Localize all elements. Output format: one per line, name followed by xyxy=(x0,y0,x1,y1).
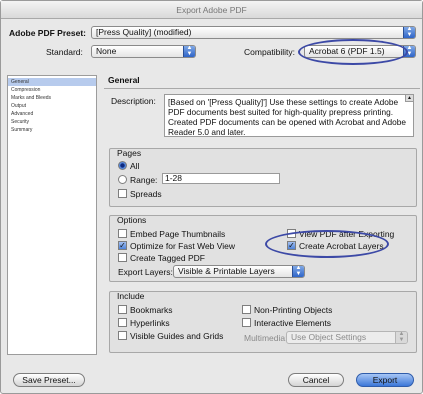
include-title: Include xyxy=(117,291,145,301)
window-title: Export Adobe PDF xyxy=(1,1,422,19)
export-layers-label: Export Layers: xyxy=(118,267,173,277)
interactive-label: Interactive Elements xyxy=(254,318,332,328)
options-title: Options xyxy=(117,215,147,225)
preset-value: [Press Quality] (modified) xyxy=(96,27,192,37)
multimedia-value: Use Object Settings xyxy=(291,332,367,342)
description-text: [Based on '[Press Quality]'] Use these s… xyxy=(168,97,407,137)
standard-select[interactable]: None ▲ ▼ xyxy=(91,45,196,58)
embed-thumbnails-checkbox[interactable] xyxy=(118,229,127,238)
preset-select[interactable]: [Press Quality] (modified) ▲ ▼ xyxy=(91,26,416,39)
bookmarks-label: Bookmarks xyxy=(130,305,173,315)
bookmarks-checkbox[interactable] xyxy=(118,305,127,314)
export-layers-value: Visible & Printable Layers xyxy=(178,266,275,276)
range-radio[interactable] xyxy=(118,175,127,184)
description-label: Description: xyxy=(111,96,156,106)
optimize-web-label: Optimize for Fast Web View xyxy=(130,241,236,251)
export-button[interactable]: Export xyxy=(356,373,414,387)
save-preset-button[interactable]: Save Preset... xyxy=(13,373,85,387)
options-group: Options Embed Page Thumbnails ✓ Optimize… xyxy=(109,215,417,282)
embed-thumbnails-label: Embed Page Thumbnails xyxy=(130,229,226,239)
multimedia-select[interactable]: Use Object Settings ▲ ▼ xyxy=(286,331,408,344)
category-sidebar: General Compression Marks and Bleeds Out… xyxy=(7,75,97,355)
popup-arrows-icon: ▲ ▼ xyxy=(183,46,195,57)
popup-arrows-icon: ▲ ▼ xyxy=(403,27,415,38)
multimedia-label: Multimedia: xyxy=(244,333,288,343)
sidebar-item-summary[interactable]: Summary xyxy=(8,126,96,134)
popup-arrows-icon: ▲ ▼ xyxy=(403,46,415,57)
guides-checkbox[interactable] xyxy=(118,331,127,340)
export-layers-select[interactable]: Visible & Printable Layers ▲ ▼ xyxy=(173,265,305,278)
non-printing-label: Non-Printing Objects xyxy=(254,305,333,315)
tagged-pdf-label: Create Tagged PDF xyxy=(130,253,205,263)
guides-label: Visible Guides and Grids xyxy=(130,331,224,341)
popup-arrows-icon: ▲ ▼ xyxy=(395,332,407,343)
compat-value: Acrobat 6 (PDF 1.5) xyxy=(309,46,385,56)
sidebar-item-advanced[interactable]: Advanced xyxy=(8,110,96,118)
range-label: Range: xyxy=(130,175,158,185)
compat-select[interactable]: Acrobat 6 (PDF 1.5) ▲ ▼ xyxy=(304,45,416,58)
export-pdf-dialog: Export Adobe PDF Adobe PDF Preset: [Pres… xyxy=(0,0,423,394)
tagged-pdf-checkbox[interactable] xyxy=(118,253,127,262)
sidebar-item-general[interactable]: General xyxy=(8,78,96,86)
all-pages-radio[interactable] xyxy=(118,161,127,170)
optimize-web-checkbox[interactable]: ✓ xyxy=(118,241,127,250)
non-printing-checkbox[interactable] xyxy=(242,305,251,314)
view-after-checkbox[interactable] xyxy=(287,229,296,238)
section-title: General xyxy=(104,73,420,89)
all-pages-label: All xyxy=(130,161,140,171)
cancel-button[interactable]: Cancel xyxy=(288,373,344,387)
scroll-up-icon[interactable]: ▲ xyxy=(405,94,414,102)
standard-value: None xyxy=(96,46,117,56)
compat-label: Compatibility: xyxy=(244,47,296,57)
sidebar-item-security[interactable]: Security xyxy=(8,118,96,126)
spreads-checkbox[interactable] xyxy=(118,189,127,198)
sidebar-item-compression[interactable]: Compression xyxy=(8,86,96,94)
pages-title: Pages xyxy=(117,148,142,158)
interactive-checkbox[interactable] xyxy=(242,318,251,327)
acrobat-layers-label: Create Acrobat Layers xyxy=(299,241,384,251)
standard-label: Standard: xyxy=(46,47,83,57)
preset-label: Adobe PDF Preset: xyxy=(9,28,86,38)
range-input[interactable]: 1-28 xyxy=(162,173,280,184)
view-after-label: View PDF after Exporting xyxy=(299,229,395,239)
sidebar-item-output[interactable]: Output xyxy=(8,102,96,110)
sidebar-item-marks-bleeds[interactable]: Marks and Bleeds xyxy=(8,94,96,102)
acrobat-layers-checkbox[interactable]: ✓ xyxy=(287,241,296,250)
include-group: Include Bookmarks Hyperlinks Visible Gui… xyxy=(109,291,417,353)
spreads-label: Spreads xyxy=(130,189,162,199)
hyperlinks-checkbox[interactable] xyxy=(118,318,127,327)
pages-group: Pages All Range: 1-28 Spreads xyxy=(109,148,417,207)
popup-arrows-icon: ▲ ▼ xyxy=(292,266,304,277)
description-textarea[interactable]: [Based on '[Press Quality]'] Use these s… xyxy=(164,94,414,137)
range-value: 1-28 xyxy=(165,173,183,183)
hyperlinks-label: Hyperlinks xyxy=(130,318,170,328)
